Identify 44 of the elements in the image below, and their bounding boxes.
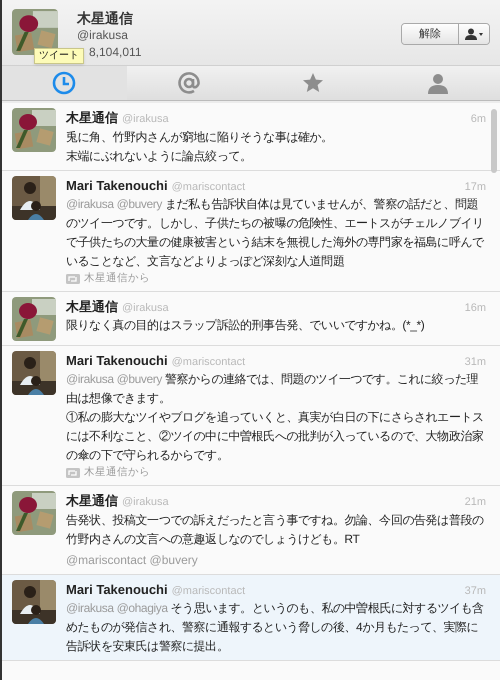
author-handle: @irakusa: [122, 112, 169, 127]
tweet-text: 末端にぶれないように論点絞って。: [66, 148, 253, 164]
person-icon: [426, 71, 450, 95]
at-sign-icon: [176, 71, 201, 95]
tweet-time: 16m: [464, 300, 486, 316]
author-handle: @mariscontact: [172, 584, 246, 598]
retweet-icon: [66, 274, 80, 284]
scrollbar[interactable]: [491, 109, 497, 173]
tweet-item[interactable]: Mari Takenouchi @mariscontact 17m @irakusa @buvery まだ私も告訴状自体は見ていませんが、警察の話だと、問題のツイ一つです。しかし、子供たちの被曝の危険性、エートスがチェルノブイリで子供たちの大量の健康被害という結末を無視した海外の専門家を福島に呼んでいることなど、文言などよりよっぽど深刻な人道問題 木星通信から: [2, 170, 500, 292]
author-name: 木星通信: [66, 492, 118, 510]
tweet-time: 37m: [464, 584, 486, 598]
clock-icon: [52, 71, 76, 95]
tweet-time: 31m: [464, 354, 486, 370]
author-name: Mari Takenouchi: [66, 352, 168, 370]
retweeted-by: 木星通信から: [84, 465, 150, 480]
author-name: Mari Takenouchi: [66, 580, 168, 598]
tweet-text: @irakusa @buvery まだ私も告訴状自体は見ていませんが、警察の話だと、問題のツイ一つです。しかし、子供たちの被曝の危険性、エートスがチェルノブイリで子供たちの大量の健康被害という結末を無視した海外の専門家を福島に呼んでいることなど、文言などよりよっぽど深刻な人道問題: [66, 196, 486, 270]
tweet-text: 兎に角、竹野内さんが窮地に陥りそうな事は確か。: [66, 128, 334, 146]
tweet-text: @irakusa @buvery 警察からの連絡では、問題のツイ一つです。これに絞った理由は想像できます。: [66, 371, 480, 408]
tweet-time: 21m: [464, 495, 486, 510]
author-name: Mari Takenouchi: [66, 176, 168, 194]
tweet-time: 17m: [464, 180, 486, 194]
author-name: 木星通信: [66, 298, 118, 316]
retweet-icon: [66, 468, 80, 478]
tab[interactable]: [2, 66, 126, 100]
author-handle: @irakusa: [122, 495, 169, 510]
profile-handle: @irakusa: [77, 27, 129, 44]
author-handle: @mariscontact: [172, 180, 246, 194]
author-name: 木星通信: [66, 109, 118, 127]
author-handle: @mariscontact: [172, 354, 246, 370]
profile-name: 木星通信: [77, 9, 134, 27]
user-menu-button[interactable]: [459, 24, 489, 44]
unfollow-button[interactable]: 解除: [402, 24, 459, 44]
tweet-text: @irakusa @ohagiya そう思います。というのも、私の中曽根氏に対するツイも含めたものが発信され、警察に通報するという脅しの後、4か月もたって、実際に告訴状を安東氏は警察に提出。: [66, 600, 485, 655]
person-caret-icon: [465, 28, 483, 40]
tweet-count: 8,104,011: [88, 44, 142, 61]
tweet-text: ①私の膨大なツイやブログを追っていくと、真実が白日の下にさらされエートスには不利なこと、②ツイの中に中曽根氏への批判が入っているので、大物政治家の傘の下で守られるからです。: [66, 409, 485, 464]
retweeted-by: 木星通信から: [84, 271, 150, 286]
tweet-text: 限りなく真の目的はスラップ訴訟的刑事告発、でいいですかね。(*_*): [66, 317, 426, 334]
tweet-item[interactable]: Mari Takenouchi @mariscontact 37m @irakusa @ohagiya そう思います。というのも、私の中曽根氏に対するツイも含めたものが発信され、警察に通報するという脅しの後、4か月もたって、実際に告訴状を安東氏は警察に提出。: [2, 574, 500, 661]
author-handle: @irakusa: [122, 300, 169, 316]
tooltip: ツイート: [34, 48, 84, 64]
tweet-time: 6m: [470, 112, 486, 127]
tweet-text: 告発状、投稿文一つでの訴えだったと言う事ですね。勿論、今回の告発は普段の竹野内さんの文言への意趣返しなのでしょうけども。RT: [66, 512, 485, 548]
